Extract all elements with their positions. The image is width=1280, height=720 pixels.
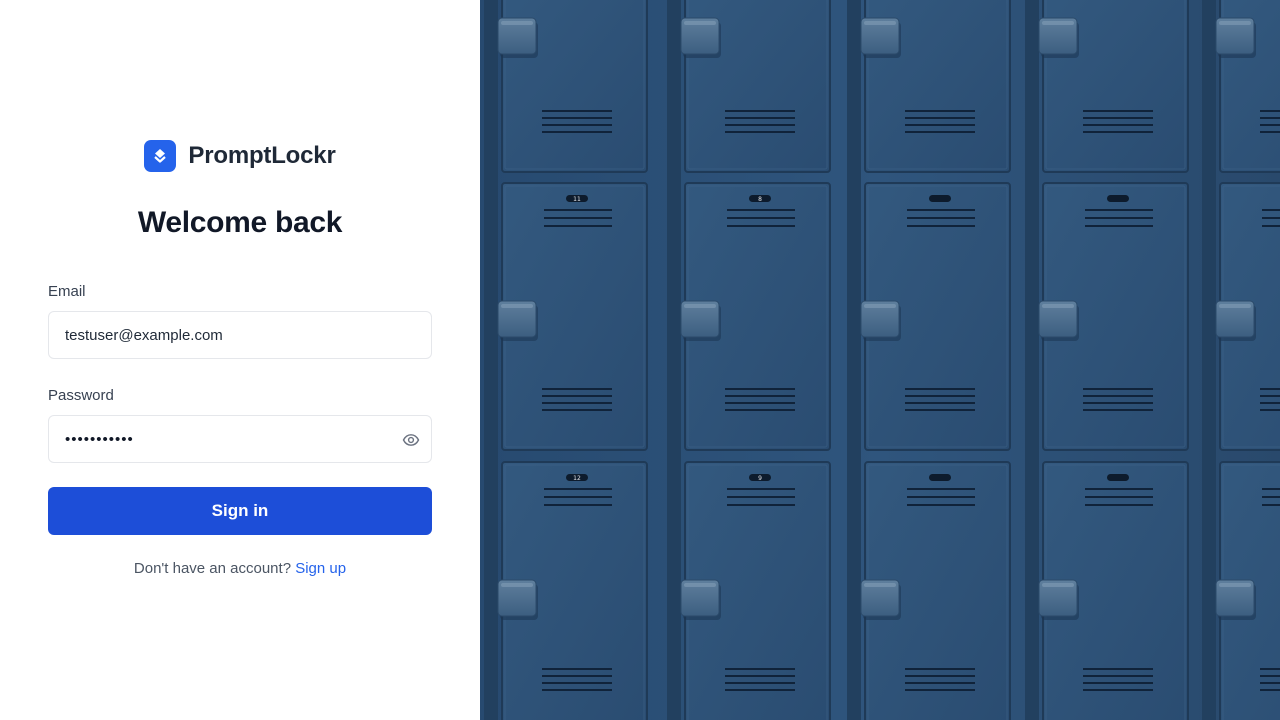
- svg-text:9: 9: [758, 475, 762, 482]
- stack-layers-icon: [144, 140, 177, 172]
- email-label: Email: [48, 283, 86, 300]
- sign-in-button[interactable]: Sign in: [48, 487, 432, 535]
- eye-icon[interactable]: [402, 431, 420, 449]
- password-label: Password: [48, 387, 114, 404]
- svg-text:11: 11: [573, 196, 581, 203]
- lockers-illustration: 11812129: [480, 0, 1280, 720]
- email-value: testuser@example.com: [65, 326, 223, 344]
- brand-name: PromptLockr: [188, 142, 336, 169]
- page-title: Welcome back: [137, 206, 343, 239]
- svg-text:8: 8: [758, 196, 762, 203]
- email-field[interactable]: testuser@example.com: [48, 311, 432, 359]
- svg-text:12: 12: [573, 475, 581, 482]
- signup-text: Don't have an account?: [133, 560, 292, 577]
- password-value: •••••••••••: [65, 430, 134, 448]
- sign-up-link[interactable]: Sign up: [295, 560, 346, 577]
- password-field[interactable]: •••••••••••: [48, 415, 432, 463]
- login-panel: PromptLockr Welcome back Email testuser@…: [0, 0, 480, 720]
- brand: PromptLockr: [0, 140, 480, 172]
- signup-prompt: Don't have an account? Sign up: [0, 560, 480, 577]
- hero-image: 11812129: [480, 0, 1280, 720]
